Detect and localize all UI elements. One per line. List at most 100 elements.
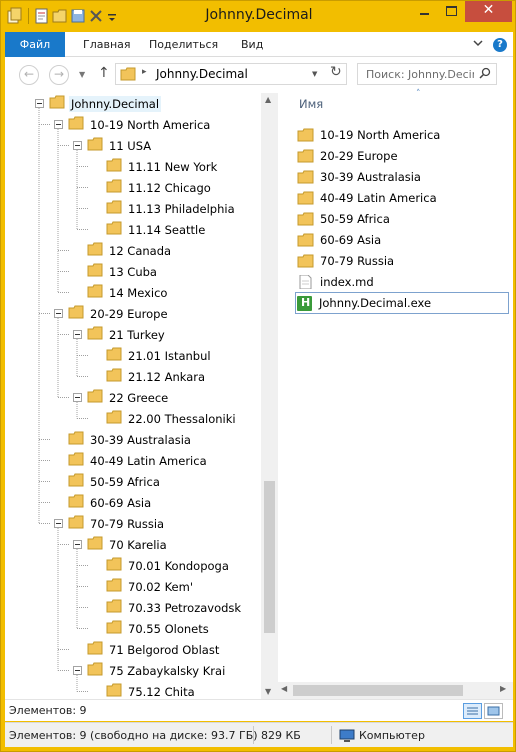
collapse-icon[interactable] (73, 393, 82, 402)
tree-item[interactable]: 75 Zabaykalsky Krai (73, 660, 227, 681)
tree-item[interactable]: 70.01 Kondopoga (92, 555, 231, 576)
status-divider (331, 726, 332, 744)
scrollbar-thumb[interactable] (293, 685, 463, 696)
file-item-label: 60-69 Asia (320, 232, 382, 247)
document-icon (297, 274, 314, 289)
collapse-icon[interactable] (73, 330, 82, 339)
scroll-up-icon[interactable]: ▲ (265, 95, 271, 104)
collapse-icon[interactable] (35, 99, 44, 108)
collapse-icon[interactable] (54, 519, 63, 528)
folder-icon (297, 254, 314, 268)
minimize-button[interactable] (411, 1, 438, 22)
file-horizontal-scrollbar[interactable]: ◀ ▶ (278, 682, 513, 699)
tree-item-label: 11.14 Seattle (128, 222, 206, 237)
tree-item[interactable]: 11.13 Philadelphia (92, 198, 237, 219)
search-input[interactable]: Поиск: Johnny.Decimal (357, 63, 497, 85)
main-area: Johnny.Decimal 10-19 North America 11 USA 1… (5, 89, 513, 699)
collapse-icon[interactable] (73, 666, 82, 675)
tab-share[interactable]: Поделиться (149, 32, 218, 57)
file-item[interactable]: H Johnny.Decimal.exe (295, 292, 509, 314)
tree-item[interactable]: 21.01 Istanbul (92, 345, 213, 366)
address-history-chevron-icon[interactable]: ▼ (312, 70, 317, 78)
tree-item[interactable]: 21.12 Ankara (92, 366, 207, 387)
tree-item[interactable]: 75.12 Chita (92, 681, 197, 699)
collapse-icon[interactable] (73, 141, 82, 150)
tree-item[interactable]: 10-19 North America (54, 114, 212, 135)
collapse-icon[interactable] (54, 309, 63, 318)
file-item[interactable]: 50-59 Africa (297, 208, 511, 229)
file-item[interactable]: 30-39 Australasia (297, 166, 511, 187)
close-button[interactable]: ✕ (465, 1, 512, 22)
file-item[interactable]: 70-79 Russia (297, 250, 511, 271)
tree-item[interactable]: 71 Belgorod Oblast (73, 639, 221, 660)
help-icon[interactable]: ? (493, 38, 507, 52)
tree-item-label: 70.55 Olonets (128, 621, 209, 636)
tree-item[interactable]: 21 Turkey (73, 324, 167, 345)
large-icons-view-icon[interactable] (484, 703, 503, 719)
address-bar[interactable]: ▸ Johnny.Decimal ▼ ↻ (115, 63, 347, 85)
tree-item[interactable]: 60-69 Asia (54, 492, 153, 513)
tree-item[interactable]: 70 Karelia (73, 534, 169, 555)
refresh-button[interactable]: ↻ (330, 64, 342, 80)
navigation-tree: Johnny.Decimal 10-19 North America 11 USA 1… (5, 93, 261, 699)
folder-icon (68, 452, 84, 469)
forward-button[interactable]: → (49, 65, 69, 85)
tree-item[interactable]: 14 Mexico (73, 282, 169, 303)
tab-file[interactable]: Файл (5, 32, 65, 57)
tree-vertical-scrollbar[interactable]: ▲ ▼ (261, 93, 278, 699)
tree-item-label: 70.33 Petrozavodsk (128, 600, 242, 615)
file-item[interactable]: 60-69 Asia (297, 229, 511, 250)
scroll-down-icon[interactable]: ▼ (265, 687, 271, 696)
tab-home[interactable]: Главная (83, 32, 131, 57)
tree-item-label: 70-79 Russia (90, 516, 165, 531)
tree-item[interactable]: 22.00 Thessaloniki (92, 408, 238, 429)
file-item[interactable]: 40-49 Latin America (297, 187, 511, 208)
file-item[interactable]: index.md (297, 271, 511, 292)
back-button[interactable]: ← (19, 65, 39, 85)
tree-item[interactable]: 70.02 Kem' (92, 576, 195, 597)
up-button[interactable]: ↑ (98, 65, 110, 81)
tree-item[interactable]: 70.33 Petrozavodsk (92, 597, 243, 618)
recent-locations-chevron-icon[interactable]: ▼ (79, 70, 85, 79)
tree-item[interactable]: 12 Canada (73, 240, 173, 261)
tab-view[interactable]: Вид (241, 32, 263, 57)
tree-item[interactable]: 30-39 Australasia (54, 429, 193, 450)
address-path[interactable]: Johnny.Decimal (156, 67, 248, 81)
collapse-icon[interactable] (73, 540, 82, 549)
folder-icon (106, 158, 122, 175)
view-switcher (463, 703, 503, 719)
tree-item[interactable]: 22 Greece (73, 387, 170, 408)
tree-item[interactable]: 11 USA (73, 135, 153, 156)
collapse-icon[interactable] (54, 120, 63, 129)
file-item[interactable]: 10-19 North America (297, 124, 511, 145)
file-item[interactable]: 20-29 Europe (297, 145, 511, 166)
details-view-icon[interactable] (463, 703, 482, 719)
tree-item[interactable]: 70-79 Russia (54, 513, 166, 534)
search-icon[interactable] (479, 67, 491, 79)
tree-item[interactable]: 50-59 Africa (54, 471, 162, 492)
tree-item[interactable]: 11.12 Chicago (92, 177, 213, 198)
expand-ribbon-icon[interactable] (473, 38, 483, 48)
scroll-left-icon[interactable]: ◀ (281, 684, 287, 693)
scroll-right-icon[interactable]: ▶ (500, 684, 506, 693)
column-header-name[interactable]: Имя (299, 97, 323, 111)
file-item-label: index.md (320, 274, 374, 289)
tree-item[interactable]: 20-29 Europe (54, 303, 170, 324)
tree-item[interactable]: 70.55 Olonets (92, 618, 211, 639)
tree-item[interactable]: 11.11 New York (92, 156, 219, 177)
scrollbar-thumb[interactable] (264, 481, 275, 633)
tree-item-label: 30-39 Australasia (90, 432, 191, 447)
folder-icon (297, 191, 314, 205)
tree-item[interactable]: 13 Cuba (73, 261, 159, 282)
folder-icon (68, 494, 84, 511)
tree-item[interactable]: 11.14 Seattle (92, 219, 207, 240)
tree-item[interactable]: Johnny.Decimal (35, 93, 162, 114)
search-placeholder: Поиск: Johnny.Decimal (366, 68, 474, 81)
path-separator-icon[interactable]: ▸ (142, 67, 147, 77)
tree-item-label: 21 Turkey (109, 327, 165, 342)
tree-item-label: 13 Cuba (109, 264, 157, 279)
folder-icon (297, 212, 314, 226)
maximize-button[interactable] (438, 1, 465, 22)
tree-item[interactable]: 40-49 Latin America (54, 450, 209, 471)
folder-icon (87, 662, 103, 679)
